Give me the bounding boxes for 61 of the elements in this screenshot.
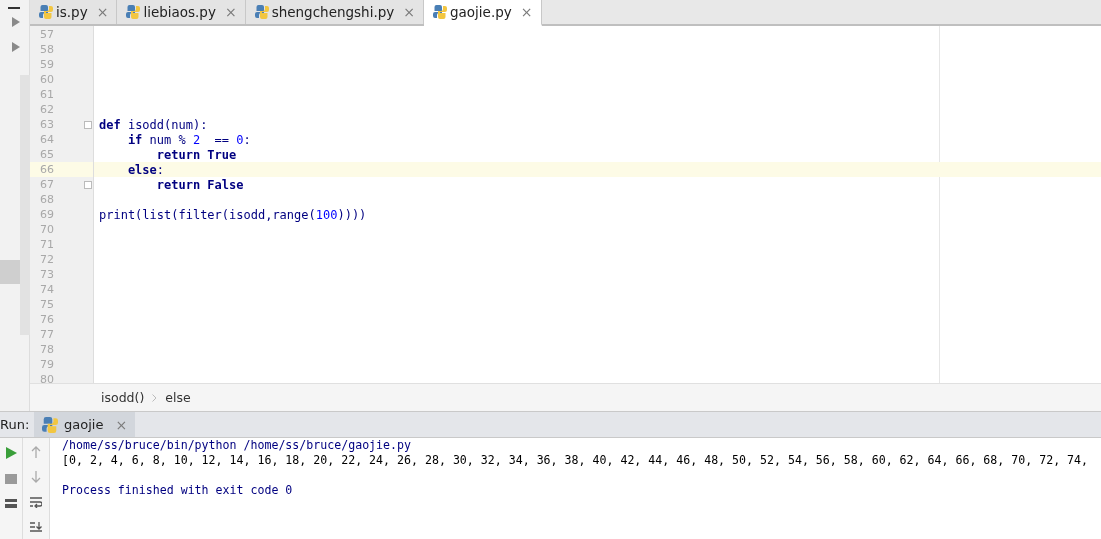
expand-arrow-icon[interactable] xyxy=(12,42,20,52)
python-file-icon xyxy=(126,5,141,19)
run-tab[interactable]: gaojie × xyxy=(34,412,136,437)
file-tab[interactable]: shengchengshi.py × xyxy=(245,0,424,24)
file-tab[interactable]: gaojie.py × xyxy=(424,0,542,26)
stop-icon[interactable] xyxy=(5,473,17,485)
close-icon[interactable]: × xyxy=(520,4,533,20)
line-number: 69 xyxy=(40,208,54,221)
scrollbar[interactable] xyxy=(20,75,30,335)
code-line: return True xyxy=(155,147,238,162)
line-number: 66 xyxy=(40,163,54,176)
line-number: 72 xyxy=(40,253,54,266)
output-line: [0, 2, 4, 6, 8, 10, 12, 14, 16, 18, 20, 22, 24, 26, 28, 30, 32, 34, 36, 38, 40, 42, 44, 46, 48, 50, 52, 54, 56, 58, 60, 62, 64, 66, 68, 70, 72, 74, xyxy=(62,453,1089,467)
line-number: 74 xyxy=(40,283,54,296)
breadcrumb[interactable]: else xyxy=(165,390,191,405)
line-number: 61 xyxy=(40,88,54,101)
soft-wrap-icon[interactable] xyxy=(30,496,42,508)
close-icon[interactable]: × xyxy=(96,4,109,20)
line-number: 65 xyxy=(40,148,54,161)
layout-icon[interactable] xyxy=(5,499,17,509)
run-icon[interactable] xyxy=(5,447,17,459)
line-number: 59 xyxy=(40,58,54,71)
code-line: if num % 2 == 0: xyxy=(126,132,252,147)
fold-marker-icon[interactable] xyxy=(84,180,92,189)
output-line: /home/ss/bruce/bin/python /home/ss/bruce/gaojie.py xyxy=(62,438,411,452)
python-file-icon xyxy=(254,5,269,19)
line-number: 68 xyxy=(40,193,54,206)
line-number: 77 xyxy=(40,328,54,341)
line-number: 63 xyxy=(40,118,54,131)
line-number: 64 xyxy=(40,133,54,146)
file-tab[interactable]: liebiaos.py × xyxy=(117,0,246,24)
line-number: 75 xyxy=(40,298,54,311)
line-number: 79 xyxy=(40,358,54,371)
line-number: 57 xyxy=(40,28,54,41)
line-number: 70 xyxy=(40,223,54,236)
line-number: 60 xyxy=(40,73,54,86)
fold-marker-icon[interactable] xyxy=(84,120,92,129)
close-icon[interactable]: × xyxy=(224,4,237,20)
down-arrow-icon[interactable] xyxy=(31,471,41,483)
code-line: def isodd(num): xyxy=(98,117,209,132)
python-file-icon xyxy=(42,416,58,433)
scroll-to-end-icon[interactable] xyxy=(30,521,42,533)
breadcrumb[interactable]: isodd() xyxy=(101,390,145,405)
code-line: print(list(filter(isodd,range(100)))) xyxy=(98,207,368,222)
line-number: 73 xyxy=(40,268,54,281)
python-file-icon xyxy=(39,5,53,19)
expand-arrow-icon[interactable] xyxy=(12,17,20,27)
line-number: 80 xyxy=(40,373,54,386)
close-icon[interactable]: × xyxy=(403,4,415,20)
output-line: Process finished with exit code 0 xyxy=(62,483,293,497)
run-label: Run: xyxy=(0,417,31,432)
line-number: 58 xyxy=(40,43,54,56)
line-number: 71 xyxy=(40,238,54,251)
code-line: return False xyxy=(155,177,245,192)
python-file-icon xyxy=(433,5,447,19)
line-number: 67 xyxy=(40,178,54,191)
line-number: 76 xyxy=(40,313,54,326)
line-number: 62 xyxy=(40,103,54,116)
line-number: 78 xyxy=(40,343,54,356)
file-tab[interactable]: is.py × xyxy=(30,0,118,24)
up-arrow-icon[interactable] xyxy=(31,446,41,458)
